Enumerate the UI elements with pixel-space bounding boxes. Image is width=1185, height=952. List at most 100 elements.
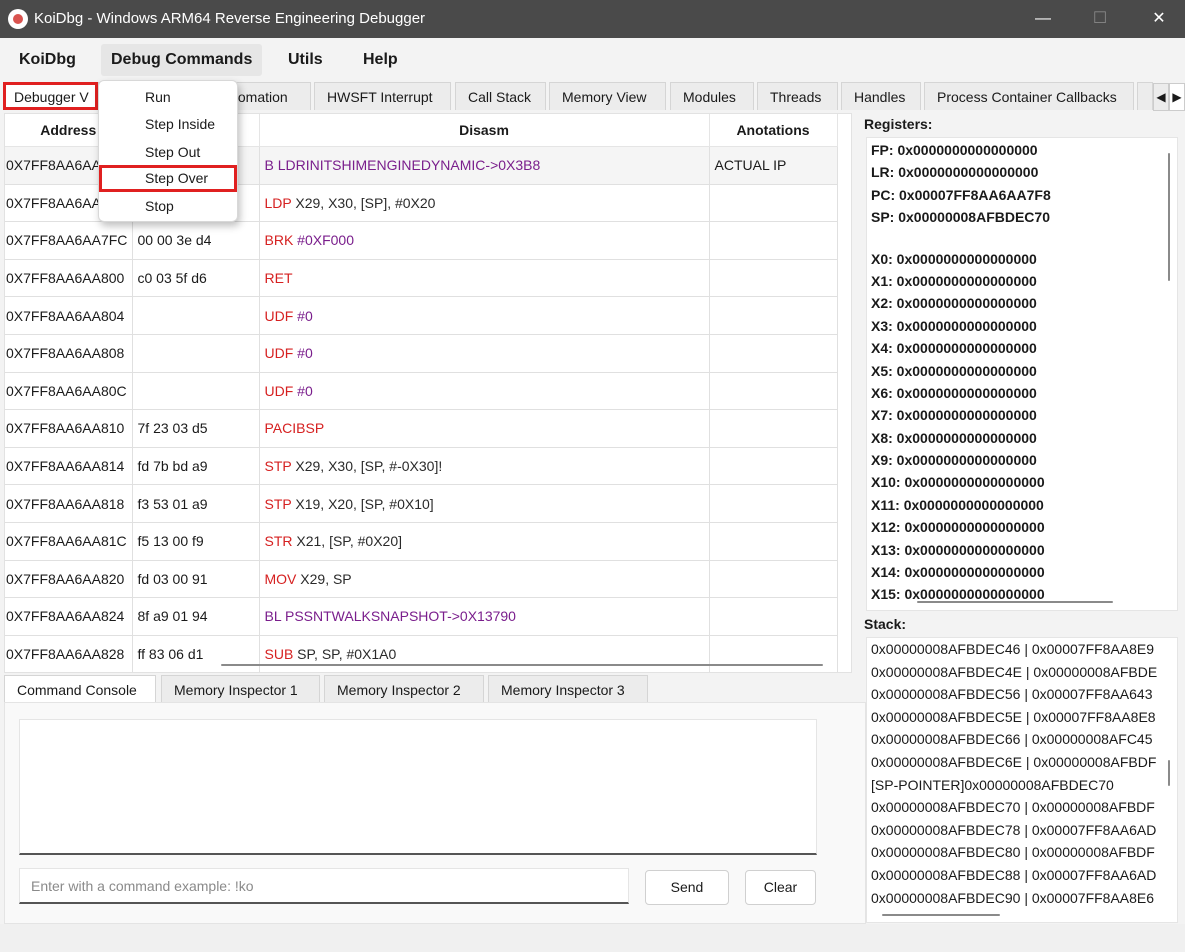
menu-item-run[interactable]: Run [99, 84, 237, 111]
maximize-icon[interactable]: ☐ [1085, 8, 1115, 30]
address-cell: 0X7FF8AA6AA828 [5, 635, 133, 672]
address-cell: 0X7FF8AA6AA820 [5, 560, 133, 599]
bytes-cell: ff 83 06 d1 [132, 635, 260, 672]
bytes-cell [132, 296, 260, 335]
register-x9: X9: 0x0000000000000000 [871, 452, 1037, 469]
menu-debug-commands[interactable]: Debug Commands [101, 44, 263, 76]
register-x1: X1: 0x0000000000000000 [871, 272, 1037, 289]
tab-hwsft-interrupt[interactable]: HWSFT Interrupt [314, 82, 451, 110]
operands-text: X29, SP [296, 570, 352, 587]
annotation-cell [709, 334, 838, 373]
stack-entry[interactable]: 0x00000008AFBDEC5E | 0x00007FF8AA8E8 [867, 706, 1177, 729]
tab-memory-inspector-3[interactable]: Memory Inspector 3 [488, 675, 648, 703]
disasm-cell: STP X19, X20, [SP, #0X10] [259, 484, 710, 523]
mnemonic-text: UDF [264, 345, 294, 362]
tab-debugger-view[interactable]: Debugger V [3, 82, 98, 110]
tab-memory-inspector-2[interactable]: Memory Inspector 2 [324, 675, 484, 703]
column-header-annotations[interactable]: Anotations [709, 114, 838, 147]
column-header-disasm[interactable]: Disasm [259, 114, 710, 147]
mnemonic-text: STP [264, 458, 292, 475]
disasm-horizontal-scrollbar[interactable] [221, 664, 823, 666]
disasm-row[interactable]: 0X7FF8AA6AA824 8f a9 01 94 BL PSSNTWALKSNA… [5, 597, 838, 636]
minimize-icon[interactable]: — [1028, 8, 1058, 30]
register-x14: X14: 0x0000000000000000 [871, 564, 1045, 581]
clear-button[interactable]: Clear [745, 870, 816, 905]
annotation-cell [709, 409, 838, 448]
tab-scroll-right-icon[interactable]: ▶ [1169, 83, 1185, 111]
address-cell: 0X7FF8AA6AA824 [5, 597, 133, 636]
tab-command-console[interactable]: Command Console [4, 675, 156, 703]
stack-entry[interactable]: 0x00000008AFBDEC90 | 0x00007FF8AA8E6 [867, 887, 1177, 910]
stack-entry[interactable]: 0x00000008AFBDEC6E | 0x00000008AFBDF [867, 751, 1177, 774]
tab-call-stack[interactable]: Call Stack [455, 82, 546, 110]
disasm-row[interactable]: 0X7FF8AA6AA808 UDF #0 [5, 334, 838, 373]
menu-help[interactable]: Help [353, 44, 408, 76]
mnemonic-text: LDP [264, 194, 292, 211]
annotation-cell [709, 635, 838, 672]
registers-panel[interactable]: FP: 0x0000000000000000 LR: 0x00000000000… [866, 137, 1178, 611]
mnemonic-text: RET [264, 270, 293, 287]
stack-entry[interactable]: 0x00000008AFBDEC80 | 0x00000008AFBDF [867, 841, 1177, 864]
menu-bar: KoiDbg Debug Commands Utils Help [0, 38, 1185, 80]
registers-horizontal-scrollbar[interactable] [917, 601, 1113, 603]
address-cell: 0X7FF8AA6AA808 [5, 334, 133, 373]
menu-utils[interactable]: Utils [278, 44, 333, 76]
menu-item-step-over[interactable]: Step Over [99, 165, 237, 192]
stack-entry[interactable]: [SP-POINTER]0x00000008AFBDEC70 [867, 774, 1177, 797]
stack-panel[interactable]: 0x00000008AFBDEC46 | 0x00007FF8AA8E9 0x00… [866, 637, 1178, 923]
disasm-row[interactable]: 0X7FF8AA6AA814 fd 7b bd a9 STP X29, X30, [… [5, 447, 838, 486]
mnemonic-text: UDF [264, 382, 294, 399]
disasm-row[interactable]: 0X7FF8AA6AA820 fd 03 00 91 MOV X29, SP [5, 560, 838, 599]
mnemonic-text: STR [264, 533, 293, 550]
tab-memory-view[interactable]: Memory View [549, 82, 666, 110]
disasm-row[interactable]: 0X7FF8AA6AA800 c0 03 5f d6 RET [5, 259, 838, 298]
menu-item-step-inside[interactable]: Step Inside [99, 111, 237, 138]
bytes-cell [132, 334, 260, 373]
menu-koidbg[interactable]: KoiDbg [9, 44, 86, 76]
address-cell: 0X7FF8AA6AA7FC [5, 221, 133, 260]
stack-entry[interactable]: 0x00000008AFBDEC88 | 0x00007FF8AA6AD [867, 864, 1177, 887]
disasm-row[interactable]: 0X7FF8AA6AA80C UDF #0 [5, 372, 838, 411]
register-x0: X0: 0x0000000000000000 [871, 250, 1037, 267]
annotation-cell [709, 560, 838, 599]
disasm-row[interactable]: 0X7FF8AA6AA804 UDF #0 [5, 296, 838, 335]
console-output[interactable] [19, 719, 817, 855]
stack-entry[interactable]: 0x00000008AFBDEC66 | 0x00000008AFC45 [867, 728, 1177, 751]
operands-text: X19, X20, [SP, #0X10] [291, 495, 434, 512]
stack-entry[interactable]: 0x00000008AFBDEC46 | 0x00007FF8AA8E9 [867, 638, 1177, 661]
disasm-row[interactable]: 0X7FF8AA6AA810 7f 23 03 d5 PACIBSP [5, 409, 838, 448]
menu-item-stop[interactable]: Stop [99, 193, 237, 220]
disasm-cell: UDF #0 [259, 296, 710, 335]
tab-memory-inspector-1[interactable]: Memory Inspector 1 [161, 675, 320, 703]
symbol-text: #0 [293, 307, 313, 324]
disasm-row[interactable]: 0X7FF8AA6AA828 ff 83 06 d1 SUB SP, SP, #0X… [5, 635, 838, 672]
stack-horizontal-scrollbar[interactable] [882, 914, 1000, 916]
tab-overflow[interactable] [1137, 82, 1153, 110]
stack-entry[interactable]: 0x00000008AFBDEC4E | 0x00000008AFBDE [867, 661, 1177, 684]
tab-scroll-left-icon[interactable]: ◀ [1153, 83, 1169, 111]
tab-handles[interactable]: Handles [841, 82, 921, 110]
symbol-text: BL PSSNTWALKSNAPSHOT->0X13790 [264, 608, 516, 625]
bytes-cell: c0 03 5f d6 [132, 259, 260, 298]
annotation-cell [709, 259, 838, 298]
stack-entry[interactable]: 0x00000008AFBDEC56 | 0x00007FF8AA643 [867, 683, 1177, 706]
disasm-row[interactable]: 0X7FF8AA6AA81C f5 13 00 f9 STR X21, [SP, #… [5, 522, 838, 561]
annotation-cell [709, 447, 838, 486]
register-x11: X11: 0x0000000000000000 [871, 496, 1044, 513]
tab-modules[interactable]: Modules [670, 82, 754, 110]
stack-entry[interactable]: 0x00000008AFBDEC78 | 0x00007FF8AA6AD [867, 819, 1177, 842]
stack-vertical-scrollbar[interactable] [1168, 760, 1170, 786]
command-input[interactable] [19, 868, 629, 904]
disasm-row[interactable]: 0X7FF8AA6AA7FC 00 00 3e d4 BRK #0XF000 [5, 221, 838, 260]
registers-vertical-scrollbar[interactable] [1168, 153, 1170, 281]
address-cell: 0X7FF8AA6AA80C [5, 372, 133, 411]
send-button[interactable]: Send [645, 870, 729, 905]
title-bar: KoiDbg - Windows ARM64 Reverse Engineeri… [0, 0, 1185, 38]
close-icon[interactable]: ✕ [1144, 8, 1174, 30]
mnemonic-text: UDF [264, 307, 294, 324]
tab-threads[interactable]: Threads [757, 82, 838, 110]
disasm-row[interactable]: 0X7FF8AA6AA818 f3 53 01 a9 STP X19, X20, [… [5, 484, 838, 523]
menu-item-step-out[interactable]: Step Out [99, 139, 237, 166]
stack-entry[interactable]: 0x00000008AFBDEC70 | 0x00000008AFBDF [867, 796, 1177, 819]
tab-process-container-callbacks[interactable]: Process Container Callbacks [924, 82, 1134, 110]
